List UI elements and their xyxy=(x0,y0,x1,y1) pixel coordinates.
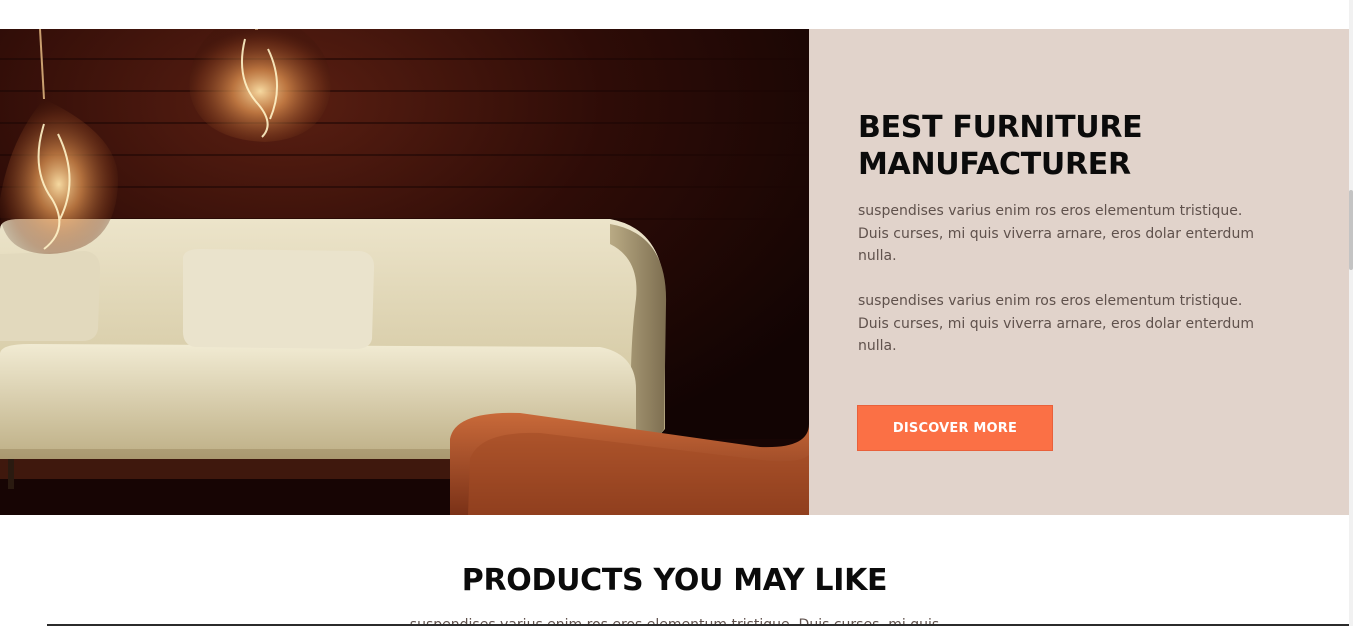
scrollbar-thumb[interactable] xyxy=(1349,190,1353,270)
hero-text-panel: BEST FURNITURE MANUFACTURER suspendises … xyxy=(809,29,1349,515)
hero-title: BEST FURNITURE MANUFACTURER xyxy=(858,110,1143,182)
hero-section: BEST FURNITURE MANUFACTURER suspendises … xyxy=(0,29,1349,515)
hero-image xyxy=(0,29,809,515)
products-section-title: PRODUCTS YOU MAY LIKE xyxy=(461,563,888,598)
discover-more-button[interactable]: DISCOVER MORE xyxy=(857,405,1053,451)
hero-paragraph-2: suspendises varius enim ros eros element… xyxy=(858,293,1254,354)
hero-paragraph-1: suspendises varius enim ros eros element… xyxy=(858,203,1254,264)
page-scrollbar[interactable] xyxy=(1349,0,1353,626)
products-section-subtitle: suspendises varius enim ros eros element… xyxy=(0,614,1349,624)
